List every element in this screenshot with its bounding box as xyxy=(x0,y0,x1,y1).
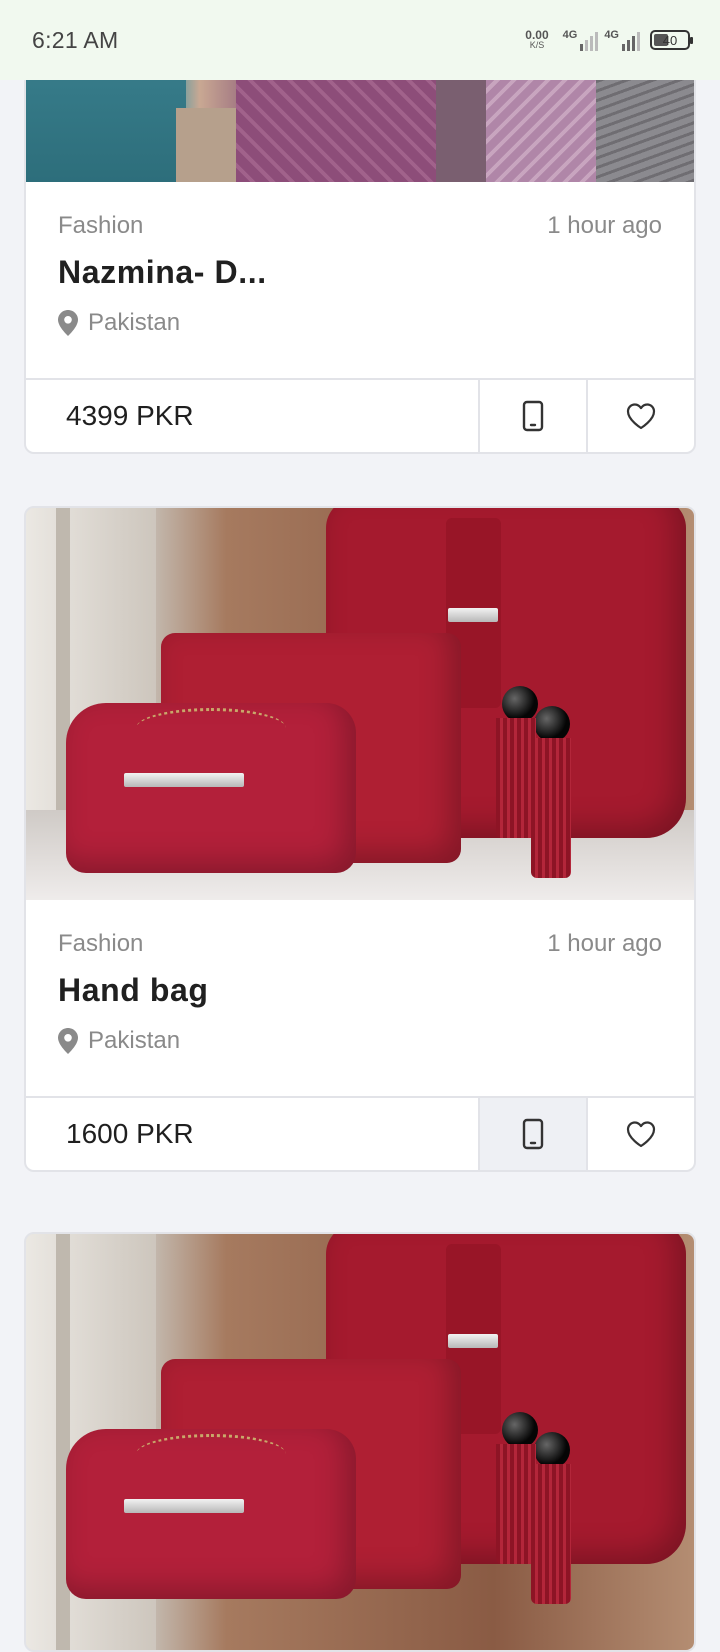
listing-price: 1600 PKR xyxy=(66,1118,194,1149)
listing-details: Fashion 1 hour ago Nazmina- D... Pakista… xyxy=(26,182,694,378)
listing-location-text: Pakistan xyxy=(88,309,181,336)
network-speed-unit: K/S xyxy=(529,40,545,50)
listing-category: Fashion xyxy=(58,212,144,239)
listing-location: Pakistan xyxy=(58,309,662,337)
listing-category: Fashion xyxy=(58,930,144,957)
battery-level: 40 xyxy=(662,32,678,48)
signal-icon: 4G xyxy=(563,29,599,51)
heart-outline-icon xyxy=(626,403,656,430)
heart-outline-icon xyxy=(626,1121,656,1148)
listing-meta: Fashion 1 hour ago xyxy=(58,212,662,240)
signal-type-label: 4G xyxy=(562,29,578,41)
listing-price: 4399 PKR xyxy=(66,400,194,431)
status-bar: 6:21 AM 0.00 K/S 4G 4G 40 xyxy=(0,0,720,80)
call-button[interactable] xyxy=(478,380,586,452)
listing-image[interactable] xyxy=(26,1234,694,1650)
listing-location: Pakistan xyxy=(58,1027,662,1055)
listing-card[interactable]: Fashion 1 hour ago Hand bag Pakistan 160… xyxy=(24,506,696,1172)
call-button[interactable] xyxy=(478,1098,586,1170)
network-speed-value: 0.00 xyxy=(525,28,549,42)
network-speed: 0.00 K/S xyxy=(525,28,549,50)
listing-footer: 1600 PKR xyxy=(26,1096,694,1170)
listing-card[interactable] xyxy=(24,1232,696,1652)
favorite-button[interactable] xyxy=(586,380,694,452)
status-time: 6:21 AM xyxy=(32,26,119,53)
signal-icon: 4G xyxy=(604,29,640,51)
phone-icon xyxy=(522,400,544,432)
listing-title: Nazmina- D... xyxy=(58,254,267,290)
status-icons: 0.00 K/S 4G 4G 40 xyxy=(525,28,693,51)
listing-location-text: Pakistan xyxy=(88,1027,181,1054)
signal-type-label: 4G xyxy=(604,29,619,41)
favorite-button[interactable] xyxy=(586,1098,694,1170)
listing-image[interactable] xyxy=(26,508,694,900)
listing-time: 1 hour ago xyxy=(547,212,662,239)
map-pin-icon xyxy=(58,310,78,336)
map-pin-icon xyxy=(58,1028,78,1054)
listing-meta: Fashion 1 hour ago xyxy=(58,930,662,958)
listing-time: 1 hour ago xyxy=(547,930,662,957)
listing-footer: 4399 PKR xyxy=(26,378,694,452)
phone-icon xyxy=(522,1118,544,1150)
listing-title: Hand bag xyxy=(58,972,209,1008)
listing-details: Fashion 1 hour ago Hand bag Pakistan xyxy=(26,900,694,1096)
battery-icon: 40 xyxy=(650,30,693,50)
